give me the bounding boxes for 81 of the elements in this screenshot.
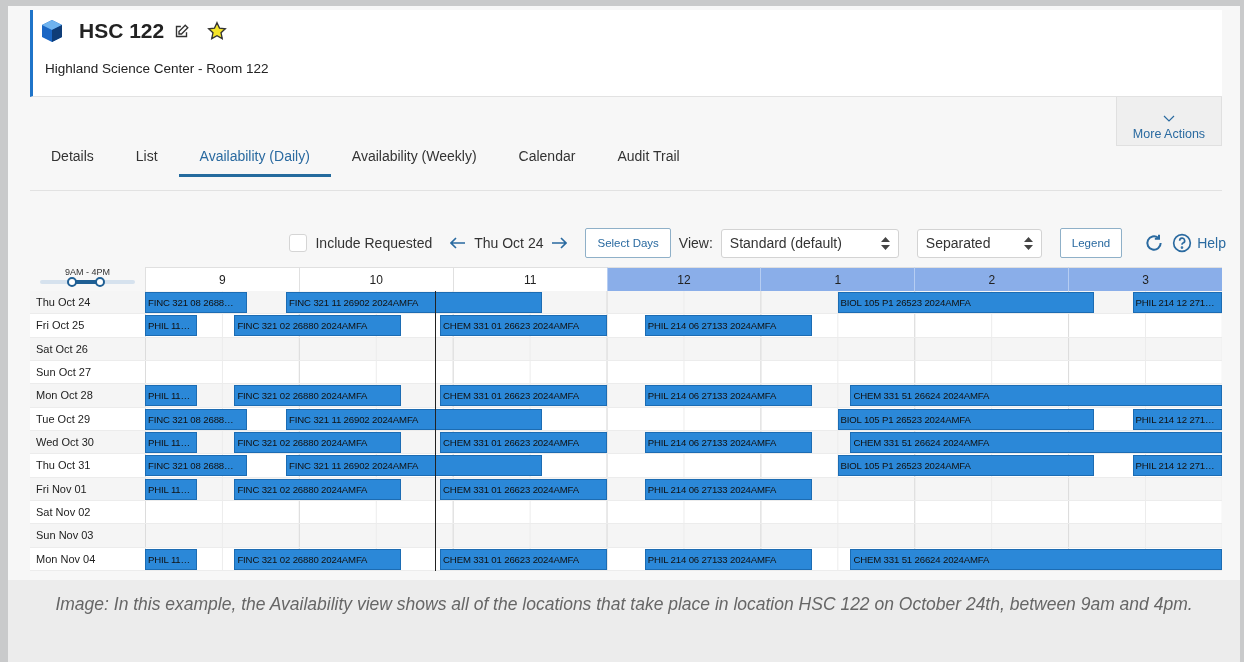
event-bar[interactable]: FINC 321 08 2688… — [145, 455, 248, 477]
view-label: View: — [678, 235, 713, 251]
day-label: Sat Nov 02 — [30, 500, 145, 525]
event-bar[interactable]: CHEM 331 01 26623 2024AMFA — [440, 315, 607, 337]
event-bar[interactable]: PHIL 214 06 27133 2024AMFA — [644, 431, 812, 453]
hour-header: 1 — [760, 267, 915, 291]
tab[interactable]: Availability (Daily) — [178, 139, 331, 177]
more-actions-button[interactable]: More Actions — [1116, 97, 1222, 146]
event-bar[interactable]: FINC 321 02 26880 2024AMFA — [234, 315, 402, 337]
image-caption: Image: In this example, the Availability view shows all of the locations that take place in location HSC 122 on October 24th, between 9am and 4pm. — [8, 580, 1240, 662]
sort-caret-icon — [880, 236, 890, 250]
arrow-right-icon[interactable] — [551, 237, 568, 249]
event-bar[interactable]: PHIL 214 06 27133 2024AMFA — [644, 385, 812, 407]
star-icon[interactable] — [207, 21, 228, 41]
hour-header: 11 — [452, 267, 607, 291]
event-bar[interactable]: PHIL 214 06 27133 2024AMFA — [644, 315, 812, 337]
day-label: Thu Oct 31 — [30, 454, 145, 478]
location-title: HSC 122 — [79, 19, 165, 43]
checkbox[interactable] — [289, 234, 308, 252]
date-label: Thu Oct 24 — [474, 235, 544, 251]
legend-button[interactable]: Legend — [1059, 228, 1123, 258]
select-days-button[interactable]: Select Days — [585, 228, 671, 258]
event-bar[interactable]: FINC 321 08 2688… — [145, 408, 248, 430]
tab[interactable]: Calendar — [497, 139, 597, 177]
refresh-icon[interactable] — [1144, 233, 1165, 253]
hour-header: 3 — [1068, 267, 1222, 291]
range-label: 9AM - 4PM — [65, 267, 110, 277]
cube-icon — [41, 19, 63, 43]
event-bar[interactable]: BIOL 105 P1 26523 2024AMFA — [837, 408, 1094, 430]
event-bar[interactable]: PHIL 11… — [145, 478, 197, 500]
hour-header: 12 — [606, 267, 761, 291]
tab[interactable]: Audit Trail — [596, 139, 701, 177]
event-bar[interactable]: FINC 321 02 26880 2024AMFA — [234, 548, 402, 570]
event-bar[interactable]: CHEM 331 51 26624 2024AMFA — [850, 548, 1222, 570]
location-subtitle: Highland Science Center - Room 122 — [44, 61, 270, 76]
mode-select[interactable]: Separated — [916, 228, 1042, 258]
hour-header: 10 — [298, 267, 453, 291]
event-bar[interactable]: CHEM 331 01 26623 2024AMFA — [440, 385, 607, 407]
event-bar[interactable]: FINC 321 02 26880 2024AMFA — [234, 478, 402, 500]
event-bar[interactable]: FINC 321 11 26902 2024AMFA — [286, 455, 543, 477]
tab[interactable]: List — [114, 139, 179, 177]
event-bar[interactable]: PHIL 11… — [145, 385, 197, 407]
edit-icon[interactable] — [174, 23, 190, 39]
slider-thumb[interactable] — [94, 277, 105, 287]
event-bar[interactable]: FINC 321 11 26902 2024AMFA — [286, 408, 543, 430]
event-bar[interactable]: PHIL 214 12 271… — [1132, 455, 1222, 477]
day-label: Mon Nov 04 — [30, 547, 145, 571]
event-bar[interactable]: PHIL 214 06 27133 2024AMFA — [644, 548, 812, 570]
event-bar[interactable]: FINC 321 11 26902 2024AMFA — [286, 292, 543, 313]
tab[interactable]: Availability (Weekly) — [330, 139, 498, 177]
event-bar[interactable]: CHEM 331 01 26623 2024AMFA — [440, 548, 607, 570]
event-bar[interactable]: PHIL 11… — [145, 431, 197, 453]
event-bar[interactable]: PHIL 214 12 271… — [1132, 408, 1222, 430]
event-bar[interactable]: CHEM 331 51 26624 2024AMFA — [850, 431, 1222, 453]
event-bar[interactable]: CHEM 331 01 26623 2024AMFA — [440, 478, 607, 500]
sort-caret-icon — [1023, 236, 1033, 250]
slider-thumb[interactable] — [67, 277, 78, 287]
include-requested-label: Include Requested — [315, 235, 433, 251]
help-icon — [1172, 233, 1193, 253]
event-bar[interactable]: FINC 321 02 26880 2024AMFA — [234, 431, 402, 453]
event-bar[interactable]: CHEM 331 51 26624 2024AMFA — [850, 385, 1222, 407]
event-bar[interactable]: BIOL 105 P1 26523 2024AMFA — [837, 455, 1094, 477]
event-bar[interactable]: PHIL 214 06 27133 2024AMFA — [644, 478, 812, 500]
event-bar[interactable]: PHIL 11… — [145, 548, 197, 570]
event-bar[interactable]: FINC 321 02 26880 2024AMFA — [234, 385, 402, 407]
day-label: Fri Oct 25 — [30, 314, 145, 338]
arrow-left-icon[interactable] — [450, 237, 467, 249]
event-bar[interactable]: PHIL 214 12 271… — [1132, 292, 1222, 313]
hour-header: 2 — [914, 267, 1069, 291]
chevron-down-icon — [1163, 115, 1175, 122]
day-label: Sun Oct 27 — [30, 361, 145, 385]
hour-header: 9 — [145, 267, 299, 291]
view-select[interactable]: Standard (default) — [720, 228, 899, 258]
event-bar[interactable]: CHEM 331 01 26623 2024AMFA — [440, 431, 607, 453]
help-link[interactable]: Help — [1172, 233, 1226, 253]
day-label: Tue Oct 29 — [30, 407, 145, 431]
tab[interactable]: Details — [30, 139, 115, 177]
range-slider[interactable] — [40, 280, 135, 284]
event-bar[interactable]: BIOL 105 P1 26523 2024AMFA — [837, 292, 1094, 313]
event-bar[interactable]: FINC 321 08 2688… — [145, 292, 248, 313]
event-bar[interactable]: PHIL 11… — [145, 315, 197, 337]
